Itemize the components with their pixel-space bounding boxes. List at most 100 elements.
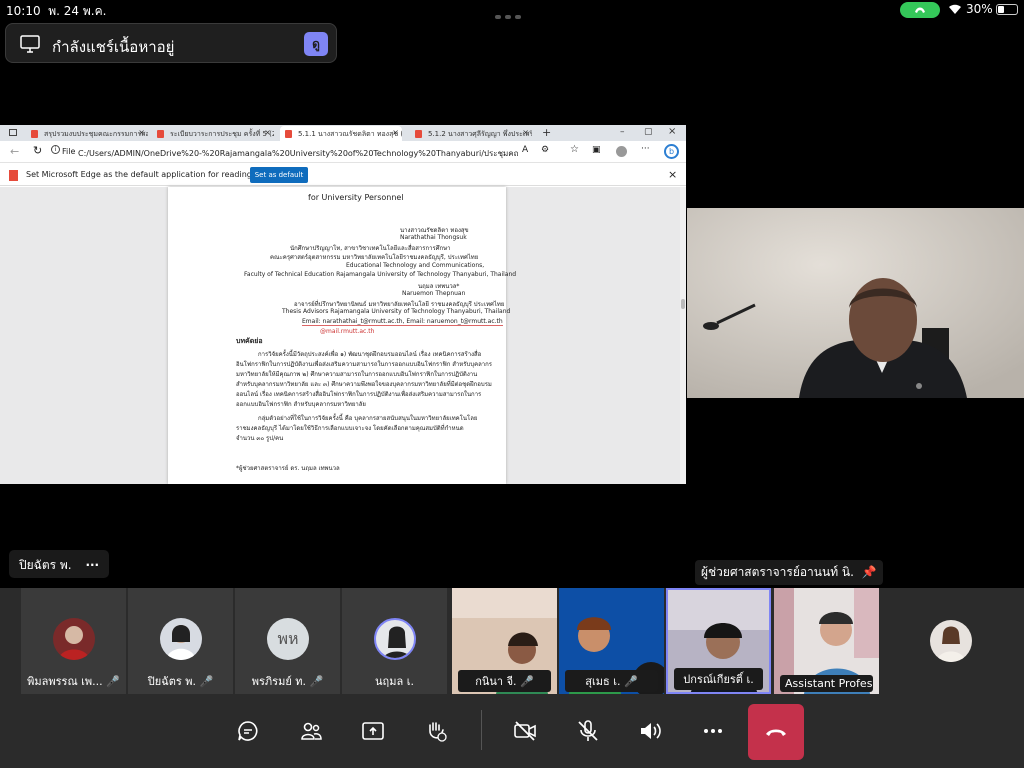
avatar: พห [267, 618, 309, 660]
close-tab-icon[interactable]: × [392, 128, 399, 137]
participant-tile[interactable]: ปิยฉัตร พ. 🎤 [128, 588, 233, 694]
chat-button[interactable] [221, 704, 275, 758]
maximize-icon[interactable]: ▢ [644, 127, 653, 137]
pdf-text: ออกแบบอินโฟกราฟิก สำหรับบุคลากรมหาวิทยาล… [236, 401, 366, 408]
people-button[interactable] [284, 704, 338, 758]
more-icon[interactable]: ··· [641, 144, 650, 154]
share-screen-button[interactable] [346, 704, 400, 758]
pdf-email: Email: narathathai_t@rmutt.ac.th, Email:… [302, 318, 503, 326]
view-button[interactable]: ดู [304, 32, 328, 56]
back-icon[interactable]: ← [10, 145, 19, 158]
camera-off-icon [514, 721, 536, 741]
info-icon: i [51, 145, 60, 154]
avatar [374, 618, 416, 660]
pdf-text: Naruemon Thepnuan [402, 290, 466, 297]
avatar [160, 618, 202, 660]
remote-name: ผู้ช่วยศาสตราจารย์อานนท์ นิ. [701, 565, 854, 579]
set-as-default-button[interactable]: Set as default [250, 167, 308, 183]
hang-up-icon [766, 729, 786, 736]
browser-tab[interactable]: ระเบียบวาระการประชุม ครั้งที่ 5 (24-พ× [152, 126, 274, 141]
participant-tile[interactable]: พิมลพรรณ เพ... 🎤 [21, 588, 126, 694]
multitask-grip[interactable] [495, 8, 529, 19]
participant-video-tile[interactable]: Assistant Profes... [774, 588, 879, 694]
close-tab-icon[interactable]: × [522, 128, 529, 137]
people-icon [301, 722, 322, 740]
more-icon [704, 729, 722, 733]
profile-icon[interactable] [616, 146, 627, 157]
collections-icon[interactable]: ▣ [592, 145, 601, 155]
participant-gallery: พิมลพรรณ เพ... 🎤 ปิยฉัตร พ. 🎤 พห พรภิรมย… [0, 588, 1024, 694]
mic-button[interactable] [561, 704, 615, 758]
share-screen-icon [362, 722, 384, 740]
muted-icon: 🎤 [106, 675, 120, 688]
remote-name-pill[interactable]: ผู้ช่วยศาสตราจารย์อานนท์ นิ. 📌 [695, 560, 883, 585]
close-window-icon[interactable]: × [668, 126, 676, 137]
camera-button[interactable] [498, 704, 552, 758]
browser-tab[interactable]: สรุปรวมงบประชุมคณะกรรมการสอบ × [26, 126, 148, 141]
participant-video-tile[interactable]: กนินา จี. 🎤 [452, 588, 557, 694]
participant-video-tile[interactable]: ปกรณ์เกียรติ์ เ. [666, 588, 771, 694]
pdf-text: กลุ่มตัวอย่างที่ใช้ในการวิจัยครั้งนี้ คื… [258, 415, 478, 422]
participant-tile[interactable]: พห พรภิรมย์ ท. 🎤 [235, 588, 340, 694]
participant-name: ปกรณ์เกียรติ์ เ. [674, 668, 763, 690]
presenter-name: ปิยฉัตร พ. [19, 558, 72, 572]
favorites-icon[interactable]: ☆ [570, 144, 579, 155]
pin-icon[interactable]: 📌 [862, 565, 877, 579]
call-toolbar [0, 694, 1024, 768]
pdf-text: Faculty of Technical Education Rajamanga… [244, 271, 517, 278]
file-scheme-label: File [62, 147, 76, 156]
pdf-text: Narathathai Thongsuk [400, 234, 467, 241]
browser-tab[interactable]: 5.1.2 นางสาวศุลีรัญญา พึ่งประเสริฐ (ปริญ… [410, 126, 532, 141]
pdf-scrollbar[interactable] [680, 187, 686, 484]
remote-video[interactable] [687, 208, 1024, 398]
shared-screen: สรุปรวมงบประชุมคณะกรรมการสอบ × ระเบียบวาร… [0, 125, 686, 484]
toolbar-divider [481, 710, 482, 750]
self-avatar[interactable] [930, 620, 972, 662]
raise-hand-icon [429, 722, 447, 742]
reactions-button[interactable] [409, 704, 463, 758]
phone-icon [915, 7, 925, 13]
avatar [53, 618, 95, 660]
participant-name: พรภิรมย์ ท. 🎤 [251, 675, 324, 688]
tab-actions-icon[interactable] [9, 129, 17, 136]
speaker-button[interactable] [623, 704, 677, 758]
pdf-text: ราชมงคลธัญบุรี ได้มาโดยใช้วิธีการเลือกแบ… [236, 425, 464, 432]
participant-name: Assistant Profes... [780, 675, 873, 692]
muted-icon: 🎤 [309, 675, 324, 688]
participant-name: นฤมล เ. [375, 675, 414, 688]
close-tab-icon[interactable]: × [264, 128, 271, 137]
browser-tab-active[interactable]: 5.1.1 นางสาวณรัชดลิตา ทองสุข (ปริญ× [280, 126, 402, 141]
pdf-icon [9, 170, 18, 181]
sharing-label: กำลังแชร์เนื้อหาอยู่ [52, 38, 175, 56]
status-time: 10:10 พ. 24 พ.ค. [6, 4, 107, 18]
close-notice-icon[interactable]: × [668, 168, 677, 181]
refresh-icon[interactable]: ↻ [33, 144, 42, 157]
participant-video-tile[interactable]: สุเมธ เ. 🎤 [559, 588, 664, 694]
url-field[interactable]: C:/Users/ADMIN/OneDrive%20-%20Rajamangal… [78, 147, 518, 160]
speaker-video-frame [687, 208, 1024, 398]
mic-off-icon [578, 720, 598, 741]
pdf-text: Educational Technology and Communication… [346, 262, 485, 269]
pdf-heading: for University Personnel [308, 193, 404, 202]
presenter-name-pill[interactable]: ปิยฉัตร พ. ··· [9, 550, 110, 578]
close-tab-icon[interactable]: × [138, 128, 145, 137]
pdf-text: การวิจัยครั้งนี้มีวัตถุประสงค์เพื่อ ๑) พ… [258, 351, 482, 358]
read-aloud-icon[interactable]: A [522, 145, 528, 155]
minimize-icon[interactable]: – [620, 127, 625, 137]
pdf-email: @mail.rmutt.ac.th [320, 328, 375, 335]
leave-call-button[interactable] [748, 704, 804, 760]
active-call-indicator[interactable] [900, 2, 940, 18]
more-button[interactable] [686, 704, 740, 758]
zoom-icon[interactable]: ⚙ [541, 145, 549, 155]
pdf-page: for University Personnel นางสาวณรัชดลิตา… [168, 187, 516, 484]
more-options-icon[interactable]: ··· [85, 558, 99, 572]
participant-tile[interactable]: นฤมล เ. [342, 588, 447, 694]
pdf-viewer[interactable]: for University Personnel นางสาวณรัชดลิตา… [0, 187, 686, 484]
new-tab-icon[interactable]: + [542, 126, 551, 139]
participant-name: พิมลพรรณ เพ... 🎤 [27, 675, 120, 688]
abstract-title: บทคัดย่อ [236, 337, 263, 345]
speaker-icon [641, 723, 661, 739]
bing-icon[interactable]: b [664, 144, 679, 159]
default-pdf-notice: Set Microsoft Edge as the default applic… [0, 164, 686, 186]
browser-tab-strip: สรุปรวมงบประชุมคณะกรรมการสอบ × ระเบียบวาร… [0, 125, 686, 141]
